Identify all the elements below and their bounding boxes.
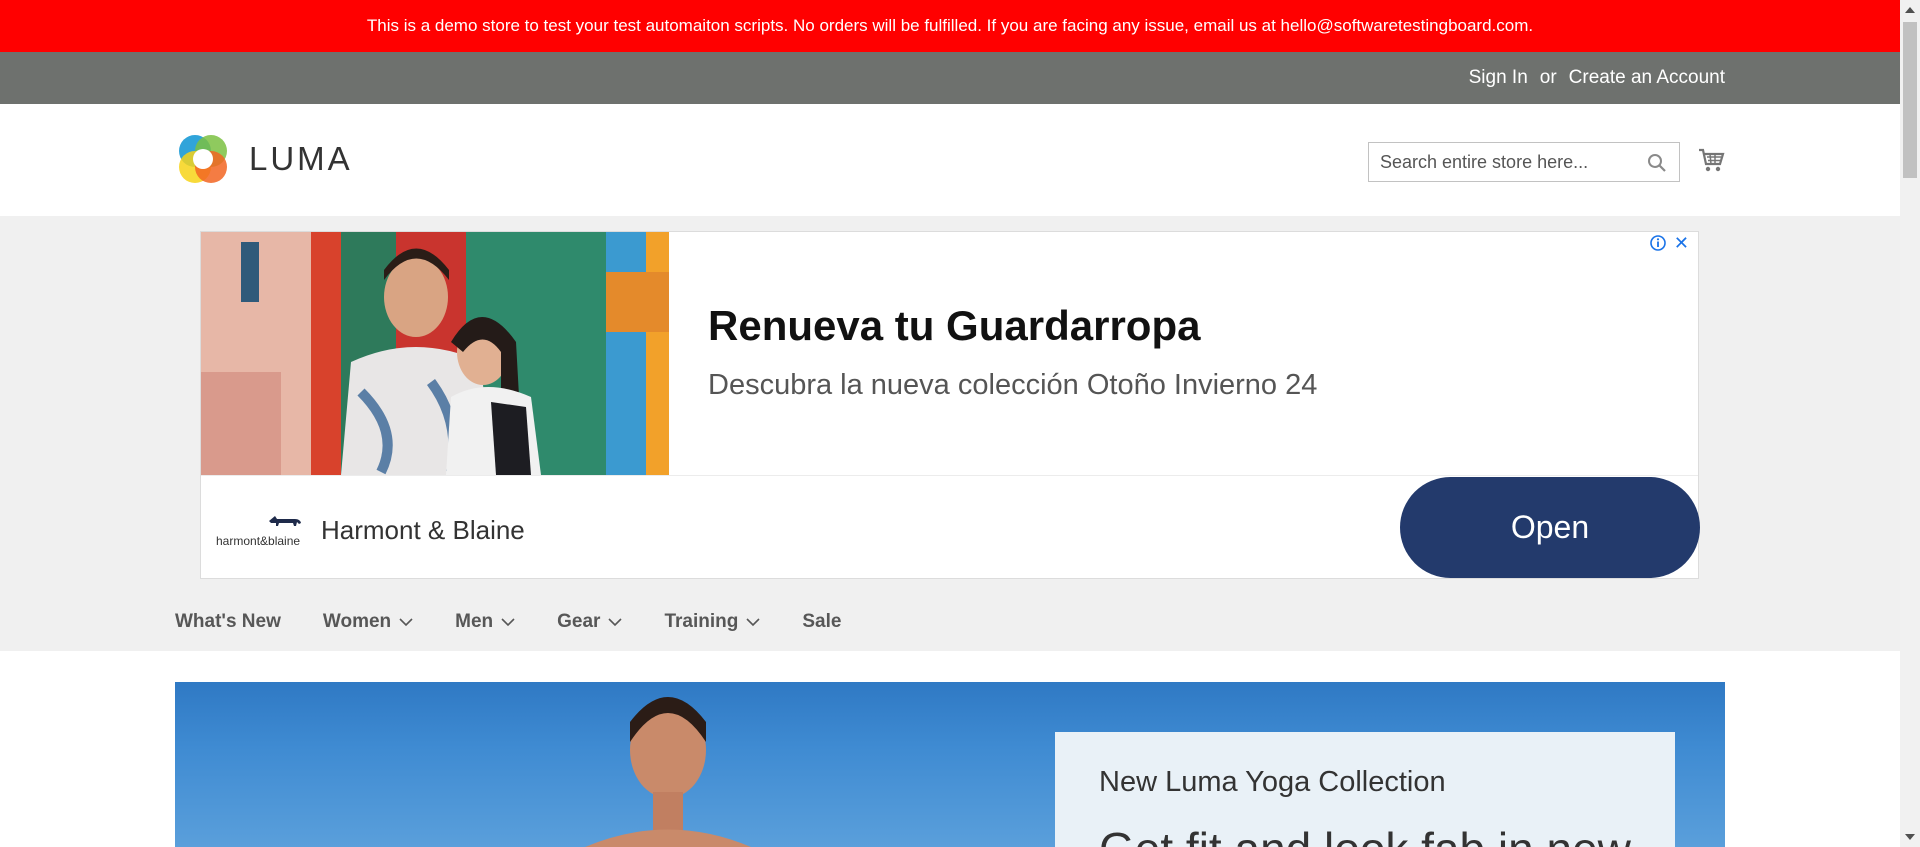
search-input[interactable] — [1369, 143, 1647, 181]
demo-notice-text: This is a demo store to test your test a… — [366, 16, 1534, 35]
nav-item-label: Gear — [557, 611, 601, 632]
ad-headline: Renueva tu Guardarropa — [708, 302, 1201, 349]
search-box — [1368, 142, 1680, 182]
page-scrollbar[interactable] — [1900, 0, 1920, 847]
nav-item-gear[interactable]: Gear — [557, 611, 623, 633]
cart-icon[interactable] — [1697, 146, 1725, 174]
ad-photo-image — [201, 232, 669, 475]
nav-item-sale[interactable]: Sale — [802, 611, 841, 633]
dachshund-icon — [269, 516, 301, 526]
chevron-down-icon — [746, 617, 760, 626]
nav-item-whats-new[interactable]: What's New — [175, 611, 281, 633]
hero-promo-card: New Luma Yoga Collection Get fit and loo… — [1055, 732, 1675, 847]
nav-item-label: Women — [322, 611, 392, 632]
ad-divider — [201, 475, 1698, 476]
hero-subtitle: Get fit and look fab in new — [1099, 822, 1631, 847]
luma-logo[interactable]: LUMA — [175, 131, 353, 187]
panel-header: Sign In or Create an Account — [0, 52, 1900, 104]
header-separator: or — [1539, 67, 1557, 88]
ad-subheadline: Descubra la nueva colección Otoño Invier… — [708, 369, 1318, 401]
nav-item-label: Men — [455, 611, 494, 632]
ad-open-button[interactable]: Open — [1400, 477, 1700, 578]
nav-item-women[interactable]: Women — [323, 611, 413, 633]
ad-brand-wordmark: harmont&blaine — [216, 534, 301, 548]
hero-image — [585, 697, 751, 847]
luma-logo-icon — [179, 135, 227, 183]
nav-item-label: What's New — [175, 611, 281, 632]
ad-brand-name: Harmont & Blaine — [321, 515, 525, 545]
scroll-down-arrow-icon[interactable] — [1905, 834, 1915, 840]
scroll-up-arrow-icon[interactable] — [1905, 7, 1915, 13]
chevron-down-icon — [501, 617, 515, 626]
nav-item-label: Sale — [802, 611, 842, 632]
nav-item-training[interactable]: Training — [664, 611, 760, 633]
ad-info-icon[interactable] — [1650, 235, 1666, 251]
sign-in-link[interactable]: Sign In — [1469, 67, 1528, 89]
hero-banner[interactable]: New Luma Yoga Collection Get fit and loo… — [175, 682, 1725, 847]
logo-text: LUMA — [249, 140, 353, 177]
hero-title: New Luma Yoga Collection — [1099, 766, 1446, 798]
ad-photo[interactable] — [201, 232, 669, 475]
ad-close-icon[interactable]: ✕ — [1674, 233, 1689, 254]
advertisement[interactable]: ✕ Renueva tu Guardarropa Descubra la nue… — [200, 231, 1700, 579]
demo-notice-bar: This is a demo store to test your test a… — [0, 0, 1900, 52]
header-links: Sign In or Create an Account — [1469, 52, 1725, 104]
chevron-down-icon — [399, 617, 413, 626]
chevron-down-icon — [608, 617, 623, 626]
search-icon[interactable] — [1647, 153, 1667, 173]
create-account-link[interactable]: Create an Account — [1569, 67, 1725, 89]
header-content: LUMA — [0, 104, 1900, 216]
nav-item-label: Training — [664, 611, 739, 632]
ad-brand-logo: harmont&blaine — [216, 512, 306, 552]
main-navigation: What's New Women Men Gear Training Sale — [175, 600, 883, 644]
scrollbar-thumb[interactable] — [1903, 22, 1917, 178]
nav-item-men[interactable]: Men — [455, 611, 515, 633]
